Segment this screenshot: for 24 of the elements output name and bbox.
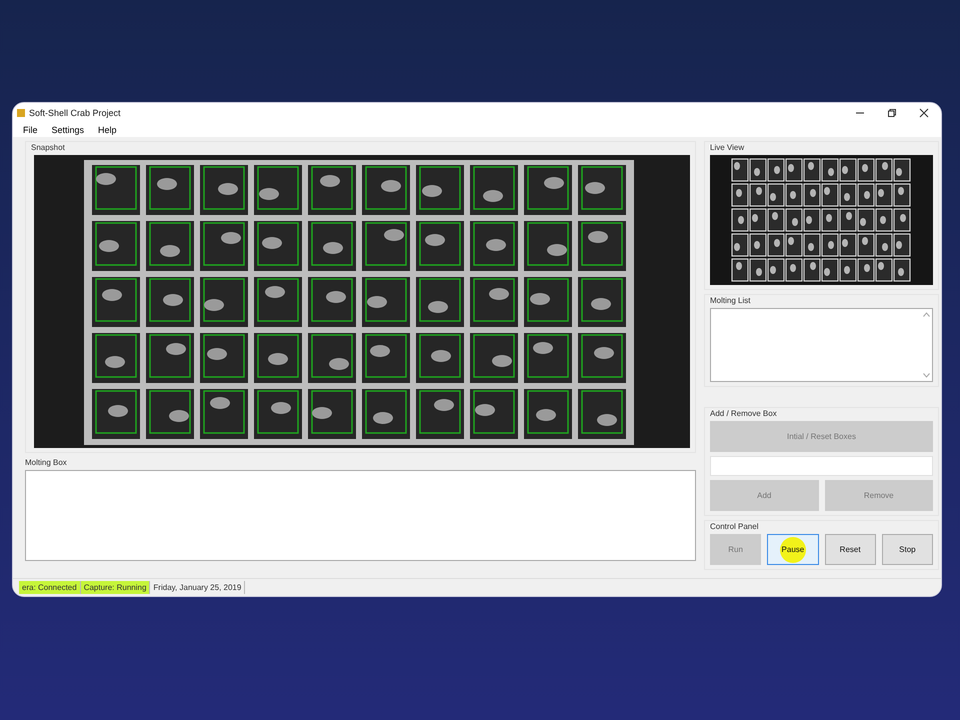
molting-list[interactable] — [710, 308, 933, 382]
menu-item[interactable]: Settings — [52, 124, 84, 134]
close-icon[interactable] — [919, 108, 929, 118]
menu-item[interactable]: File — [23, 124, 38, 134]
menu-item[interactable]: Help — [98, 124, 117, 134]
group-label: Add / Remove Box — [710, 409, 778, 418]
control-button[interactable]: Reset — [824, 534, 876, 565]
status-text: Capture: Running — [80, 581, 150, 594]
molting-box-field[interactable] — [25, 470, 696, 561]
status-text: Friday, January 25, 2019 — [150, 581, 246, 594]
scroll-up-icon[interactable] — [923, 312, 930, 317]
control-button[interactable]: Pause — [767, 534, 818, 565]
group-label: Snapshot — [31, 143, 66, 152]
group-label: Live View — [710, 143, 746, 152]
scroll-down-icon[interactable] — [923, 373, 930, 378]
group-label: Control Panel — [710, 522, 760, 531]
restore-icon[interactable] — [887, 108, 897, 118]
window-title: Soft-Shell Crab Project — [29, 108, 121, 118]
box-input-field[interactable] — [710, 456, 933, 476]
group-label: Molting List — [710, 296, 752, 305]
status-text: era: Connected — [19, 581, 81, 594]
control-button[interactable]: Stop — [882, 534, 933, 565]
app-icon — [17, 108, 25, 116]
group-label: Molting Box — [25, 458, 68, 467]
